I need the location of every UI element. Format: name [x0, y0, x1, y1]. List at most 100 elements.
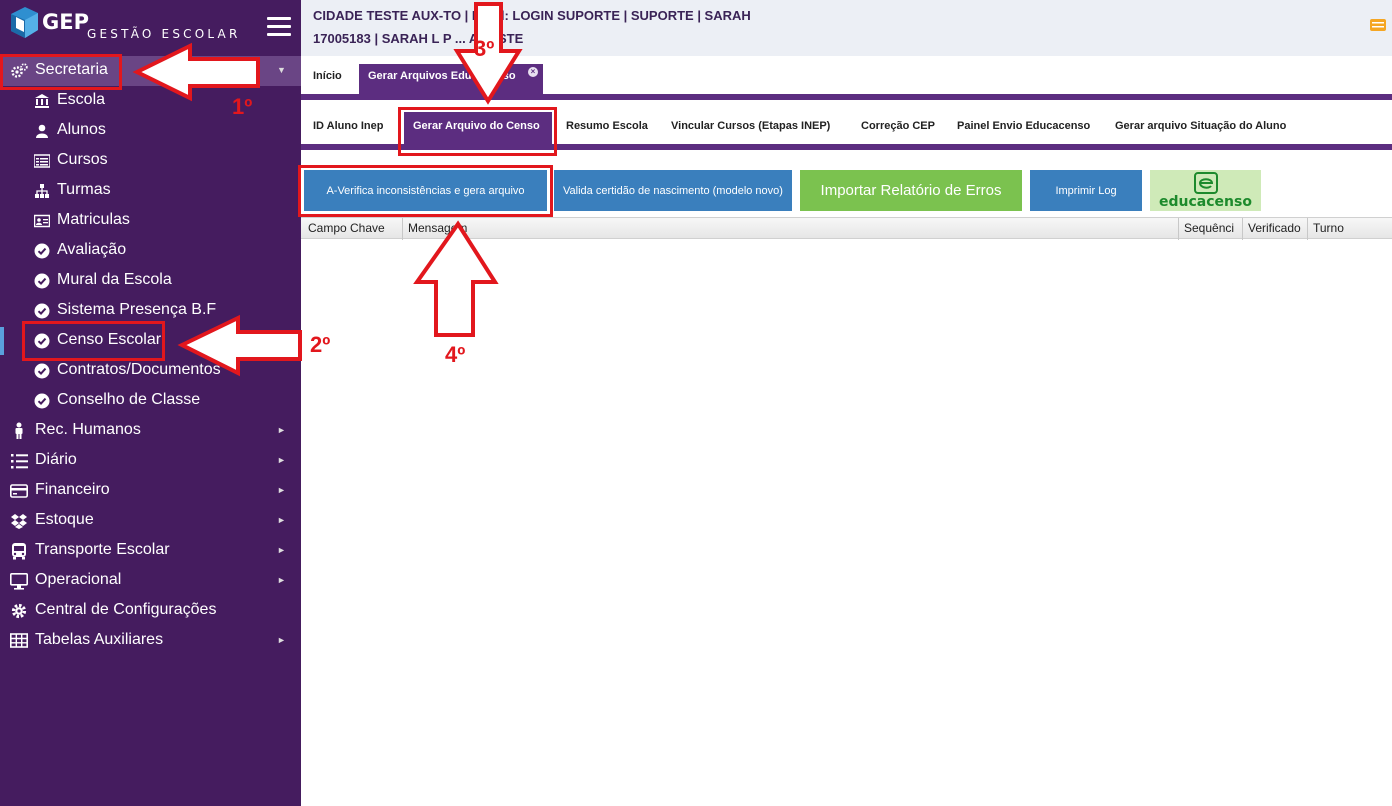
sidebar-item-operacional[interactable]: Operacional ► [0, 566, 301, 596]
subtab-correcao-cep[interactable]: Correção CEP [861, 120, 935, 132]
caret-right-icon: ► [277, 545, 286, 555]
caret-right-icon: ► [277, 455, 286, 465]
brand-name: GEP [42, 10, 89, 34]
brand-subtitle: GESTÃO ESCOLAR [87, 27, 241, 41]
column-turno[interactable]: Turno [1313, 221, 1373, 235]
sidebar-item-label: Contratos/Documentos [57, 361, 221, 378]
annotation-label-3: 3º [474, 36, 495, 61]
caret-right-icon: ► [277, 485, 286, 495]
subtab-id-aluno-inep[interactable]: ID Aluno Inep [313, 120, 383, 132]
sidebar-item-label: Conselho de Classe [57, 391, 201, 408]
logo[interactable]: GEP GESTÃO ESCOLAR [8, 4, 248, 50]
gep-cube-icon [11, 7, 38, 38]
valida-certidao-button[interactable]: Valida certidão de nascimento (modelo no… [554, 170, 792, 211]
sitemap-icon [35, 184, 49, 198]
check-circle-icon [34, 393, 50, 409]
tab-inicio[interactable]: Início [313, 64, 342, 94]
sidebar-item-cursos[interactable]: Cursos [0, 146, 301, 176]
notification-icon[interactable] [1370, 19, 1386, 31]
sidebar-item-label: Sistema Presença B.F [57, 301, 217, 318]
caret-right-icon: ► [277, 515, 286, 525]
educacenso-logo[interactable]: educacenso [1150, 170, 1261, 211]
sidebar-item-central-de-configuracoes[interactable]: Central de Configurações [0, 596, 301, 626]
tab-bar: Início Gerar Arquivos Educacenso × [301, 56, 1392, 94]
column-mensagem[interactable]: Mensagem [408, 221, 608, 235]
sidebar-item-rec-humanos[interactable]: Rec. Humanos ► [0, 416, 301, 446]
id-card-icon [34, 214, 50, 228]
sidebar-item-label: Matriculas [57, 211, 130, 228]
annotation-arrow-4 [413, 220, 499, 337]
sidebar-item-matriculas[interactable]: Matriculas [0, 206, 301, 236]
menu-toggle-icon[interactable] [267, 17, 291, 37]
credit-card-icon [10, 484, 28, 498]
user-icon [36, 124, 48, 138]
sidebar-item-label: Diário [35, 451, 77, 468]
list-icon [34, 154, 50, 168]
sidebar-item-label: Financeiro [35, 481, 110, 498]
person-icon [15, 422, 23, 439]
annotation-box-gerar-arquivo [398, 107, 557, 156]
educacenso-e-icon [1194, 172, 1218, 194]
check-circle-icon [34, 243, 50, 259]
caret-right-icon: ► [277, 635, 286, 645]
sidebar-item-transporte-escolar[interactable]: Transporte Escolar ► [0, 536, 301, 566]
tab-label: Gerar Arquivos Educacenso [368, 70, 516, 82]
caret-right-icon: ► [277, 575, 286, 585]
subtab-gerar-situacao-aluno[interactable]: Gerar arquivo Situação do Aluno [1115, 120, 1286, 132]
sidebar-item-alunos[interactable]: Alunos [0, 116, 301, 146]
check-circle-icon [34, 363, 50, 379]
column-verificado[interactable]: Verificado [1248, 221, 1303, 235]
sidebar-item-escola[interactable]: Escola [0, 86, 301, 116]
sidebar-item-avaliacao[interactable]: Avaliação [0, 236, 301, 266]
column-campo-chave[interactable]: Campo Chave [308, 221, 398, 235]
subtab-painel-envio-educacenso[interactable]: Painel Envio Educacenso [957, 120, 1090, 132]
sidebar-item-label: Tabelas Auxiliares [35, 631, 164, 648]
check-circle-icon [34, 303, 50, 319]
sidebar-item-label: Operacional [35, 571, 122, 588]
sidebar-item-label: Rec. Humanos [35, 421, 141, 438]
sidebar-item-label: Estoque [35, 511, 94, 528]
gear-icon [11, 603, 27, 619]
sidebar-item-tabelas-auxiliares[interactable]: Tabelas Auxiliares ► [0, 626, 301, 656]
sidebar-item-diario[interactable]: Diário ► [0, 446, 301, 476]
annotation-box-verifica-button [298, 165, 553, 217]
sidebar-item-financeiro[interactable]: Financeiro ► [0, 476, 301, 506]
table-icon [10, 633, 28, 648]
close-icon[interactable]: × [528, 67, 538, 77]
sidebar-item-label: Avaliação [57, 241, 127, 258]
annotation-label-2: 2º [310, 332, 331, 357]
dropbox-icon [11, 514, 27, 529]
sidebar-item-label: Central de Configurações [35, 601, 217, 618]
column-sequencia[interactable]: Sequênci [1184, 221, 1238, 235]
subtab-resumo-escola[interactable]: Resumo Escola [566, 120, 648, 132]
annotation-box-secretaria [0, 54, 122, 90]
header-user-info: CIDADE TESTE AUX-TO | Perfil: LOGIN SUPO… [313, 8, 751, 23]
annotation-label-4: 4º [445, 342, 466, 367]
sidebar-item-label: Turmas [57, 181, 111, 198]
sidebar-item-mural-da-escola[interactable]: Mural da Escola [0, 266, 301, 296]
top-header: CIDADE TESTE AUX-TO | Perfil: LOGIN SUPO… [301, 0, 1392, 56]
sidebar-item-conselho-de-classe[interactable]: Conselho de Classe [0, 386, 301, 416]
annotation-box-censo-escolar [22, 321, 165, 361]
sidebar-item-estoque[interactable]: Estoque ► [0, 506, 301, 536]
sidebar: GEP GESTÃO ESCOLAR Secretaria ▼ Escola A… [0, 0, 301, 806]
bus-icon [12, 543, 26, 560]
sidebar-item-label: Escola [57, 91, 106, 108]
desktop-icon [10, 572, 28, 590]
importar-relatorio-button[interactable]: Importar Relatório de Erros [800, 170, 1022, 211]
bank-icon [35, 94, 49, 108]
sidebar-item-turmas[interactable]: Turmas [0, 176, 301, 206]
sidebar-item-label: Mural da Escola [57, 271, 172, 288]
subtab-vincular-cursos[interactable]: Vincular Cursos (Etapas INEP) [671, 120, 830, 132]
sidebar-item-label: Alunos [57, 121, 106, 138]
grid-header: Campo Chave Mensagem Sequênci Verificado… [301, 217, 1392, 240]
annotation-label-1: 1º [232, 94, 253, 119]
list-ol-icon [11, 454, 28, 469]
imprimir-log-button[interactable]: Imprimir Log [1030, 170, 1142, 211]
check-circle-icon [34, 273, 50, 289]
sidebar-item-label: Transporte Escolar [35, 541, 170, 558]
caret-down-icon: ▼ [277, 65, 286, 75]
tab-gerar-arquivos[interactable]: Gerar Arquivos Educacenso [359, 64, 543, 94]
educacenso-logo-text: educacenso [1159, 194, 1252, 210]
sidebar-item-label: Cursos [57, 151, 108, 168]
